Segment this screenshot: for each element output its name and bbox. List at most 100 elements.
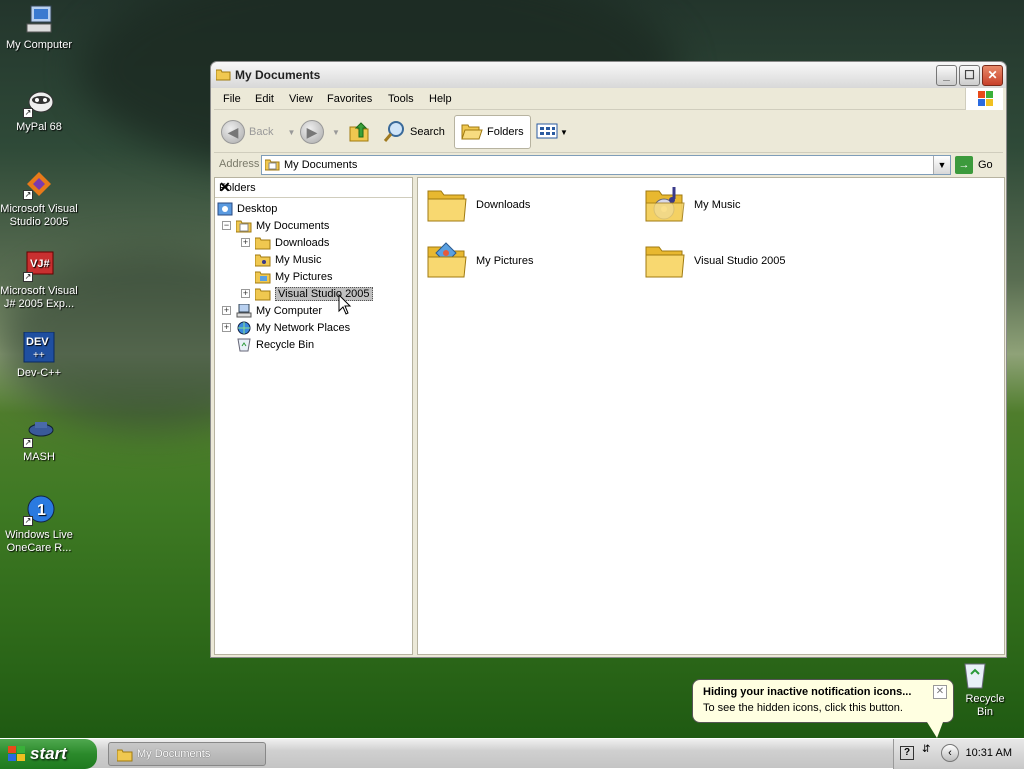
title-bar[interactable]: My Documents _ ☐ ✕ bbox=[211, 62, 1006, 88]
chevron-down-icon: ▼ bbox=[287, 127, 296, 137]
clock: 10:31 AM bbox=[965, 747, 1012, 759]
start-button[interactable]: start bbox=[0, 739, 97, 769]
system-tray: ? ⇵ ‹ 10:31 AM bbox=[893, 739, 1024, 769]
content-pane: Downloads My Music My Pictures Visual St… bbox=[417, 177, 1005, 655]
tree-item-downloads[interactable]: + Downloads bbox=[241, 234, 329, 251]
folders-pane: Folders ✕ Desktop − My Documents + Downl… bbox=[214, 177, 413, 655]
expand-icon[interactable]: + bbox=[222, 323, 231, 332]
svg-text:DEV: DEV bbox=[26, 336, 49, 348]
menu-file[interactable]: File bbox=[223, 93, 241, 105]
taskbar-item-my-documents[interactable]: My Documents bbox=[108, 742, 266, 766]
show-hidden-icons-button[interactable]: ‹ bbox=[941, 744, 959, 762]
mypal-icon: ↗ bbox=[23, 86, 55, 118]
folder-icon bbox=[254, 236, 271, 250]
notification-balloon[interactable]: Hiding your inactive notification icons.… bbox=[692, 679, 954, 723]
forward-button[interactable]: ▶ ▼ bbox=[300, 115, 340, 149]
up-folder-button[interactable] bbox=[348, 115, 372, 149]
mash-icon: ↗ bbox=[23, 416, 55, 448]
item-downloads[interactable]: Downloads bbox=[426, 181, 530, 229]
chevron-down-icon: ▼ bbox=[332, 127, 340, 137]
address-bar: Address My Documents ▼ → Go bbox=[214, 154, 1003, 176]
onecare-icon: 1 ↗ bbox=[23, 494, 55, 526]
desktop-icon-dev-cpp[interactable]: DEV ++ Dev-C++ bbox=[0, 331, 78, 380]
views-button[interactable]: ▼ bbox=[536, 115, 568, 149]
collapse-icon[interactable]: − bbox=[222, 221, 231, 230]
computer-icon bbox=[23, 4, 55, 36]
minimize-button[interactable]: _ bbox=[936, 65, 957, 86]
explorer-window: My Documents _ ☐ ✕ File Edit View Favori… bbox=[210, 61, 1007, 658]
go-arrow-icon: → bbox=[955, 156, 973, 174]
menu-edit[interactable]: Edit bbox=[255, 93, 274, 105]
windows-logo-icon bbox=[965, 88, 1003, 110]
folder-icon bbox=[254, 287, 271, 301]
expand-icon[interactable]: + bbox=[222, 306, 231, 315]
svg-text:++: ++ bbox=[33, 350, 45, 361]
item-my-music[interactable]: My Music bbox=[644, 181, 740, 229]
tree-item-my-network-places[interactable]: + My Network Places bbox=[222, 319, 350, 336]
desktop-icon-my-computer[interactable]: My Computer bbox=[0, 4, 78, 52]
item-visual-studio-2005[interactable]: Visual Studio 2005 bbox=[644, 237, 786, 285]
menu-tools[interactable]: Tools bbox=[388, 93, 414, 105]
tree-item-desktop[interactable]: Desktop bbox=[217, 200, 277, 217]
desktop-icon-onecare[interactable]: 1 ↗ Windows Live OneCare R... bbox=[0, 494, 78, 555]
help-icon[interactable]: ? bbox=[900, 746, 914, 760]
tree-item-my-pictures[interactable]: My Pictures bbox=[254, 268, 332, 285]
tree-item-visual-studio-2005[interactable]: + Visual Studio 2005 bbox=[241, 285, 373, 302]
tree-item-recycle-bin[interactable]: Recycle Bin bbox=[236, 336, 314, 353]
dev-cpp-icon: DEV ++ bbox=[23, 331, 55, 364]
item-my-pictures[interactable]: My Pictures bbox=[426, 237, 533, 285]
desktop-icon-visual-studio[interactable]: ↗ Microsoft Visual Studio 2005 bbox=[0, 168, 78, 229]
search-icon bbox=[382, 119, 406, 146]
folders-pane-header: Folders ✕ bbox=[215, 178, 412, 198]
visual-studio-icon: ↗ bbox=[23, 168, 55, 200]
window-title: My Documents bbox=[235, 68, 321, 82]
desktop-icon-mash[interactable]: ↗ MASH bbox=[0, 416, 78, 464]
search-button[interactable]: Search bbox=[382, 115, 445, 149]
desktop-icon-vj-sharp[interactable]: VJ# ↗ Microsoft Visual J# 2005 Exp... bbox=[0, 250, 78, 311]
pictures-folder-icon bbox=[426, 241, 468, 281]
my-documents-icon bbox=[235, 219, 252, 233]
folders-icon bbox=[461, 121, 483, 144]
menu-view[interactable]: View bbox=[289, 93, 313, 105]
address-label: Address bbox=[219, 158, 260, 170]
maximize-button[interactable]: ☐ bbox=[959, 65, 980, 86]
desktop-icon-mypal[interactable]: ↗ MyPal 68 bbox=[0, 86, 78, 134]
back-button[interactable]: ◀ Back ▼ bbox=[221, 115, 295, 149]
recycle-bin-icon bbox=[959, 658, 991, 690]
network-icon bbox=[236, 321, 252, 335]
menu-help[interactable]: Help bbox=[429, 93, 452, 105]
up-folder-icon bbox=[348, 119, 372, 146]
expand-icon[interactable]: + bbox=[241, 238, 250, 247]
music-folder-icon bbox=[644, 185, 686, 225]
tree-item-my-documents[interactable]: − My Documents bbox=[222, 217, 329, 234]
views-icon bbox=[536, 122, 560, 143]
tree-item-my-music[interactable]: My Music bbox=[254, 251, 321, 268]
folder-icon bbox=[644, 241, 686, 281]
taskbar: start My Documents ? ⇵ ‹ 10:31 AM bbox=[0, 738, 1024, 769]
svg-text:1: 1 bbox=[37, 502, 46, 519]
address-dropdown-button[interactable]: ▼ bbox=[933, 156, 950, 174]
folders-button[interactable]: Folders bbox=[454, 115, 531, 149]
close-pane-icon[interactable]: ✕ bbox=[219, 179, 406, 196]
chevron-down-icon: ▼ bbox=[560, 127, 568, 137]
menu-favorites[interactable]: Favorites bbox=[327, 93, 372, 105]
close-button[interactable]: ✕ bbox=[982, 65, 1003, 86]
tree-item-my-computer[interactable]: + My Computer bbox=[222, 302, 322, 319]
music-folder-icon bbox=[254, 253, 271, 267]
balloon-tail bbox=[927, 722, 943, 738]
balloon-title: Hiding your inactive notification icons.… bbox=[703, 686, 912, 698]
balloon-close-button[interactable]: ✕ bbox=[933, 685, 947, 699]
balloon-text: To see the hidden icons, click this butt… bbox=[703, 702, 903, 714]
mouse-cursor-icon bbox=[338, 294, 352, 315]
menu-bar: File Edit View Favorites Tools Help bbox=[214, 88, 1003, 110]
recycle-bin-icon bbox=[236, 338, 252, 352]
my-documents-icon bbox=[264, 158, 280, 171]
go-button[interactable]: → Go bbox=[955, 155, 993, 175]
computer-icon bbox=[236, 303, 252, 318]
windows-flag-icon bbox=[8, 746, 26, 762]
address-input[interactable]: My Documents ▼ bbox=[261, 155, 951, 175]
svg-text:VJ#: VJ# bbox=[30, 258, 50, 270]
pictures-folder-icon bbox=[254, 270, 271, 284]
network-tray-icon[interactable]: ⇵ bbox=[922, 744, 930, 755]
expand-icon[interactable]: + bbox=[241, 289, 250, 298]
